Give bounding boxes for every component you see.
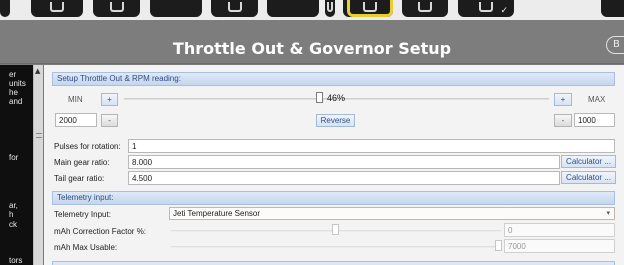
tab-toolbar: ✓ (0, 0, 624, 20)
help-text-line: ar, (9, 201, 18, 210)
tab-throttle-governor[interactable] (347, 0, 393, 17)
tail-gear-field[interactable]: 4.500 (128, 171, 560, 185)
mah-correction-label: mAh Correction Factor %: (54, 227, 147, 236)
throttle-percent: 46% (327, 93, 346, 103)
mah-correction-slider-thumb[interactable] (332, 224, 339, 235)
max-value-field[interactable]: 1000 (574, 113, 615, 127)
vertical-scrollbar[interactable]: ▲ (33, 65, 43, 265)
mah-max-slider-track[interactable] (171, 246, 501, 248)
help-text-line: er (9, 70, 17, 79)
chevron-down-icon[interactable]: ▾ (606, 208, 610, 219)
main-panel: Setup Throttle Out & RPM reading: MIN + … (44, 65, 624, 265)
help-text-line: h (9, 210, 14, 219)
tail-gear-label: Tail gear ratio: (54, 174, 105, 183)
next-section-header (52, 261, 615, 265)
help-text-line: he (9, 88, 18, 97)
help-bookmark-icon[interactable]: B (606, 36, 624, 54)
throttle-slider-thumb[interactable] (315, 92, 323, 103)
help-panel: er units he and for ar, h ck tors (0, 65, 33, 265)
page-title: Throttle Out & Governor Setup (172, 39, 452, 58)
min-value-field[interactable]: 2000 (55, 113, 97, 127)
max-minus-button[interactable]: - (554, 114, 572, 127)
servo-icon (327, 2, 333, 12)
reverse-button[interactable]: Reverse (316, 114, 355, 127)
pulses-label: Pulses for rotation: (54, 142, 121, 151)
mah-max-field[interactable]: 7000 (504, 239, 615, 253)
max-plus-button[interactable]: + (554, 93, 572, 106)
telemetry-input-select[interactable]: Jeti Temperature Sensor ▾ (169, 207, 615, 220)
min-minus-button[interactable]: - (101, 114, 118, 127)
page-icon (50, 2, 64, 12)
max-label: MAX (588, 95, 606, 104)
tab-generic-1[interactable] (150, 0, 202, 17)
gauge-icon (479, 2, 493, 12)
mah-max-label: mAh Max Usable: (54, 243, 118, 252)
telemetry-input-value: Jeti Temperature Sensor (173, 209, 261, 218)
check-icon: ✓ (500, 6, 508, 16)
tab-servo[interactable] (325, 0, 335, 17)
helicopter-icon (363, 2, 377, 12)
tab-hand[interactable] (211, 0, 258, 17)
tail-gear-calculator-button[interactable]: Calculator ... (561, 171, 616, 184)
tab-tools[interactable] (93, 0, 140, 17)
tab-partial-left[interactable] (0, 0, 10, 17)
min-plus-button[interactable]: + (101, 93, 118, 106)
help-text-line: tors (9, 256, 23, 265)
tab-partial-right[interactable] (601, 0, 624, 17)
throttle-section-header: Setup Throttle Out & RPM reading: (52, 72, 615, 86)
help-text-line: for (9, 153, 19, 162)
help-text-line: units (9, 79, 26, 88)
tools-icon (109, 2, 124, 12)
min-label: MIN (68, 95, 83, 104)
help-text-line: ck (9, 220, 17, 229)
main-gear-calculator-button[interactable]: Calculator ... (561, 155, 616, 168)
scroll-grip-icon[interactable] (36, 133, 42, 138)
scroll-up-icon[interactable]: ▲ (35, 67, 40, 75)
main-gear-field[interactable]: 8.000 (128, 155, 560, 169)
mah-correction-field[interactable]: 0 (504, 223, 615, 237)
gauge-icon (418, 2, 432, 12)
tab-generic-2[interactable] (267, 0, 319, 17)
telemetry-section-header: Telemetry input: (52, 191, 615, 205)
page-header: Throttle Out & Governor Setup B (0, 20, 624, 64)
tab-gauge[interactable] (402, 0, 448, 17)
tab-page[interactable] (31, 0, 83, 17)
pulses-field[interactable]: 1 (128, 139, 615, 153)
mah-max-slider-thumb[interactable] (495, 240, 502, 251)
main-gear-label: Main gear ratio: (54, 158, 110, 167)
telemetry-input-label: Telemetry Input: (54, 210, 111, 219)
hand-icon (227, 2, 242, 12)
help-text-line: and (9, 97, 23, 106)
tab-check[interactable]: ✓ (458, 0, 514, 17)
